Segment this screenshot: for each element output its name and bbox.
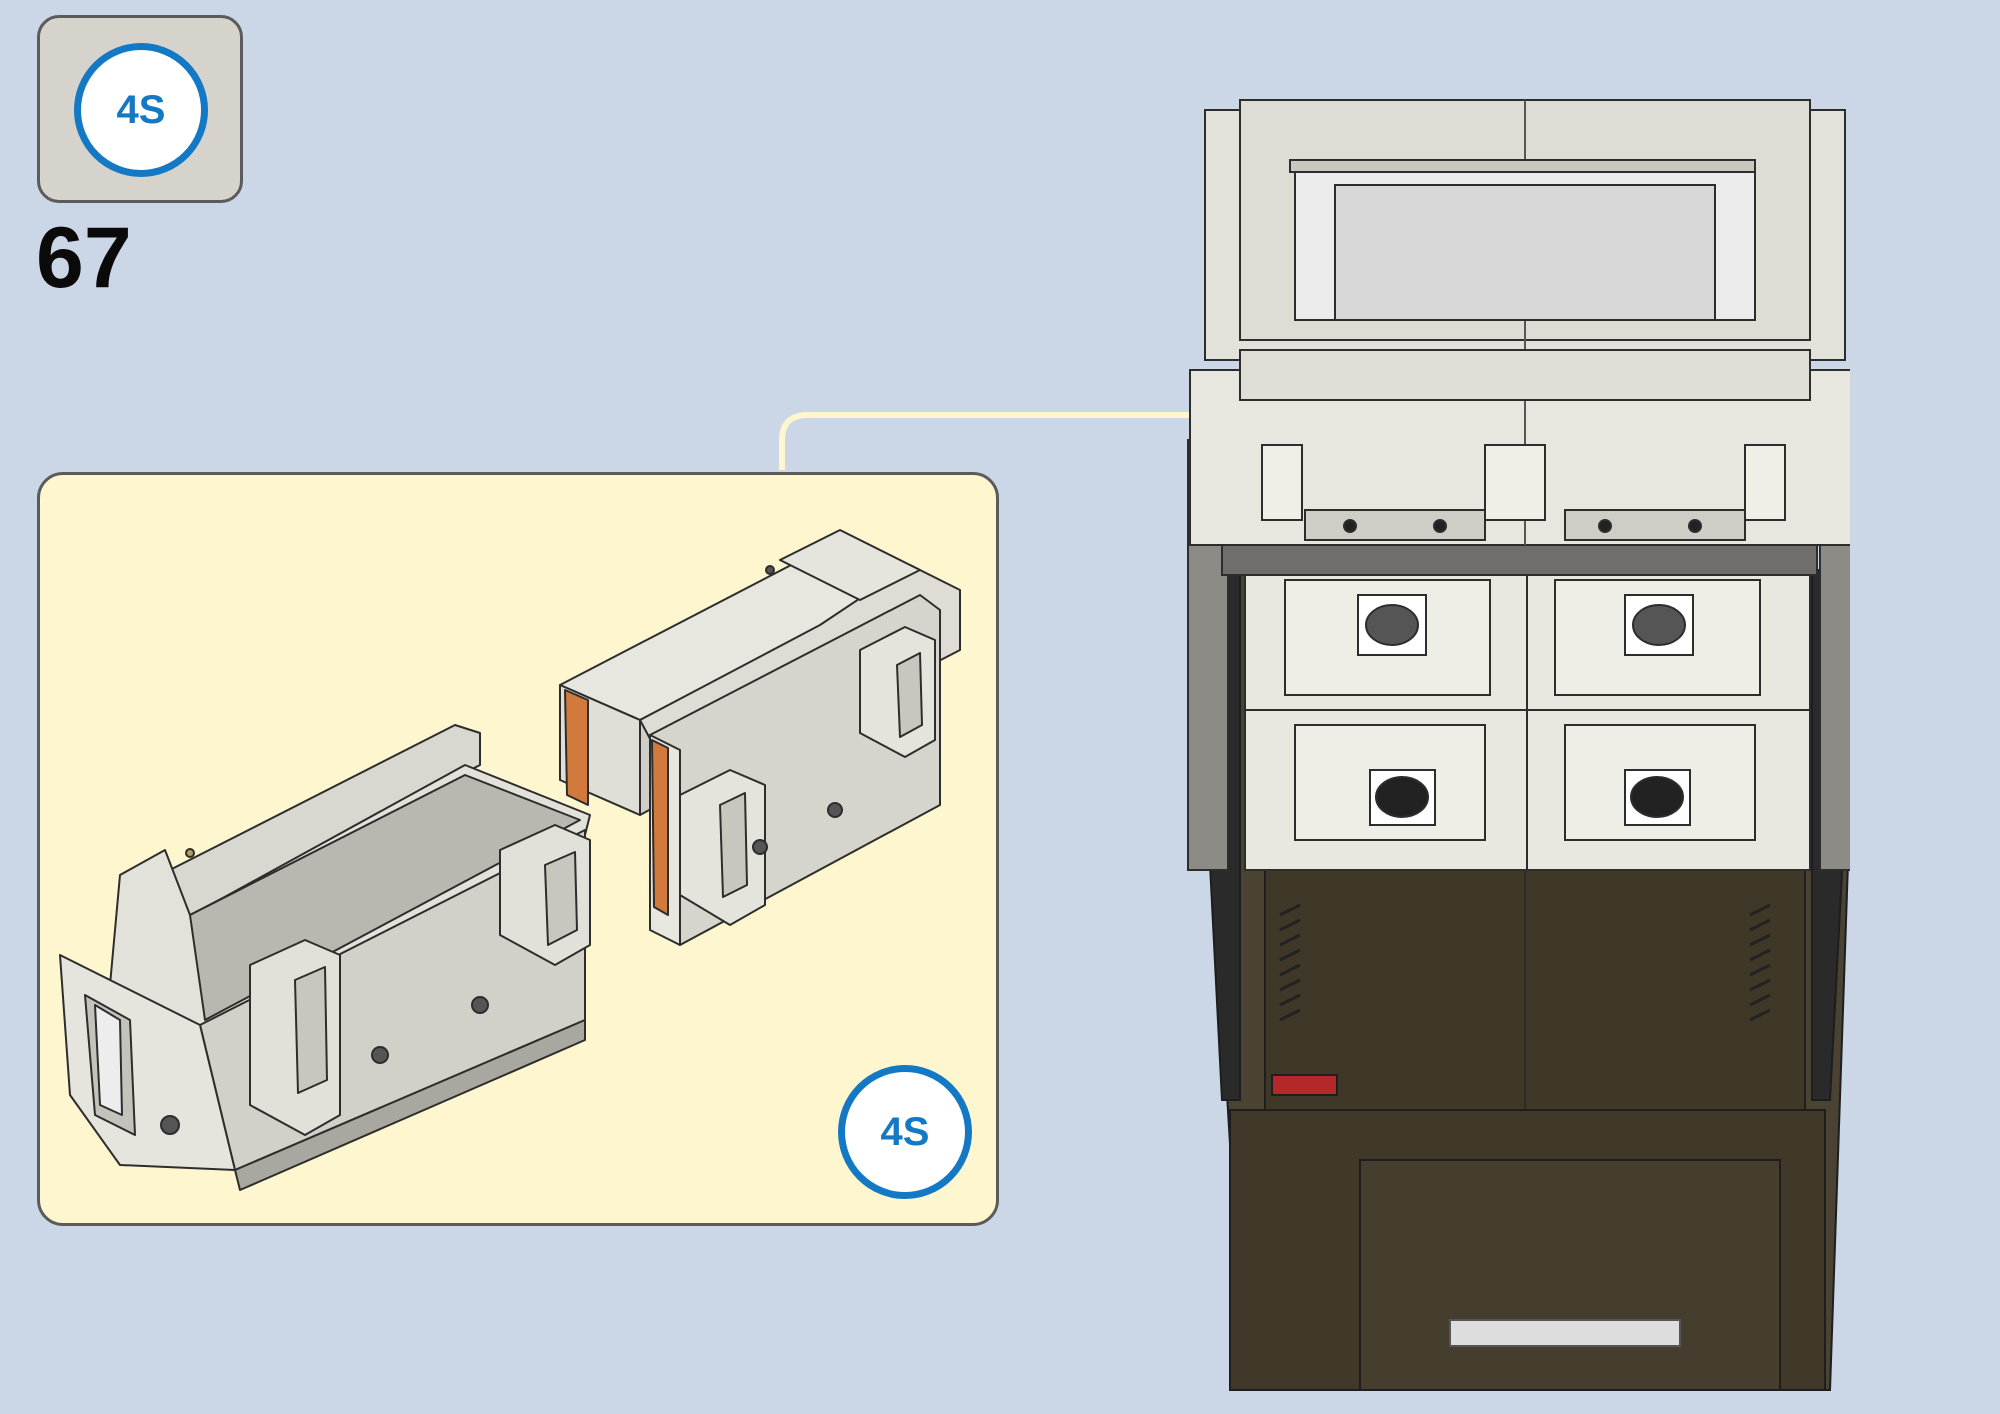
- cabinet-model-illustration: [1187, 99, 1850, 1391]
- drawer-unit: [1244, 569, 1811, 871]
- part-badge-circle: 4S: [74, 43, 208, 177]
- callout-badge-circle: 4S: [838, 1065, 972, 1199]
- step-number: 67: [36, 210, 132, 306]
- part-badge: 4S: [37, 15, 243, 203]
- callout-inset: 4S: [37, 472, 999, 1226]
- left-base-part: [59, 724, 591, 1191]
- upper-assembly: [1189, 99, 1850, 546]
